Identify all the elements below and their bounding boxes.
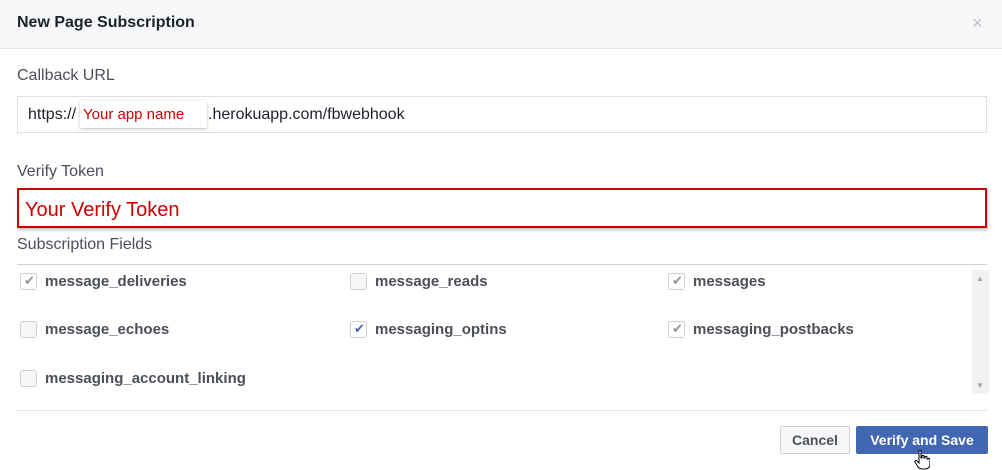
url-prefix: https:// — [28, 106, 77, 123]
app-name-annotation: Your app name — [80, 101, 207, 128]
field-label: messaging_postbacks — [693, 321, 854, 338]
field-label: message_deliveries — [45, 273, 187, 290]
subscription-fields-label: Subscription Fields — [17, 236, 153, 253]
checkbox[interactable]: ✔ — [668, 273, 685, 290]
field-label: message_echoes — [45, 321, 170, 338]
callback-url-input[interactable]: https:// Your app name .herokuapp.com/fb… — [17, 96, 987, 133]
url-suffix: .herokuapp.com/fbwebhook — [208, 106, 405, 123]
checkbox[interactable] — [20, 370, 37, 387]
fields-scrollbar[interactable]: ▲ ▼ — [972, 270, 989, 394]
verify-token-input[interactable]: Your Verify Token — [17, 188, 987, 228]
footer-divider — [17, 410, 987, 411]
cancel-button[interactable]: Cancel — [780, 426, 850, 454]
check-icon: ✔ — [354, 321, 365, 336]
verify-token-value: Your Verify Token — [25, 199, 180, 221]
checkbox[interactable] — [350, 273, 367, 290]
dialog-header: New Page Subscription × — [0, 0, 1002, 49]
checkbox[interactable]: ✔ — [350, 321, 367, 338]
callback-url-label: Callback URL — [17, 67, 115, 84]
field-label: messages — [693, 273, 766, 290]
check-icon: ✔ — [24, 273, 35, 288]
close-icon[interactable]: × — [972, 14, 983, 32]
scroll-up-icon[interactable]: ▲ — [976, 274, 984, 283]
verify-token-label: Verify Token — [17, 163, 104, 180]
check-icon: ✔ — [672, 273, 683, 288]
checkbox[interactable] — [20, 321, 37, 338]
scroll-down-icon[interactable]: ▼ — [976, 381, 984, 390]
field-label: messaging_account_linking — [45, 370, 246, 387]
dialog-title: New Page Subscription — [17, 14, 195, 31]
check-icon: ✔ — [672, 321, 683, 336]
hand-cursor-icon — [914, 450, 930, 470]
field-label: messaging_optins — [375, 321, 507, 338]
subscription-dialog: New Page Subscription × Callback URL htt… — [0, 0, 1002, 470]
field-label: message_reads — [375, 273, 488, 290]
checkbox[interactable]: ✔ — [20, 273, 37, 290]
checkbox[interactable]: ✔ — [668, 321, 685, 338]
